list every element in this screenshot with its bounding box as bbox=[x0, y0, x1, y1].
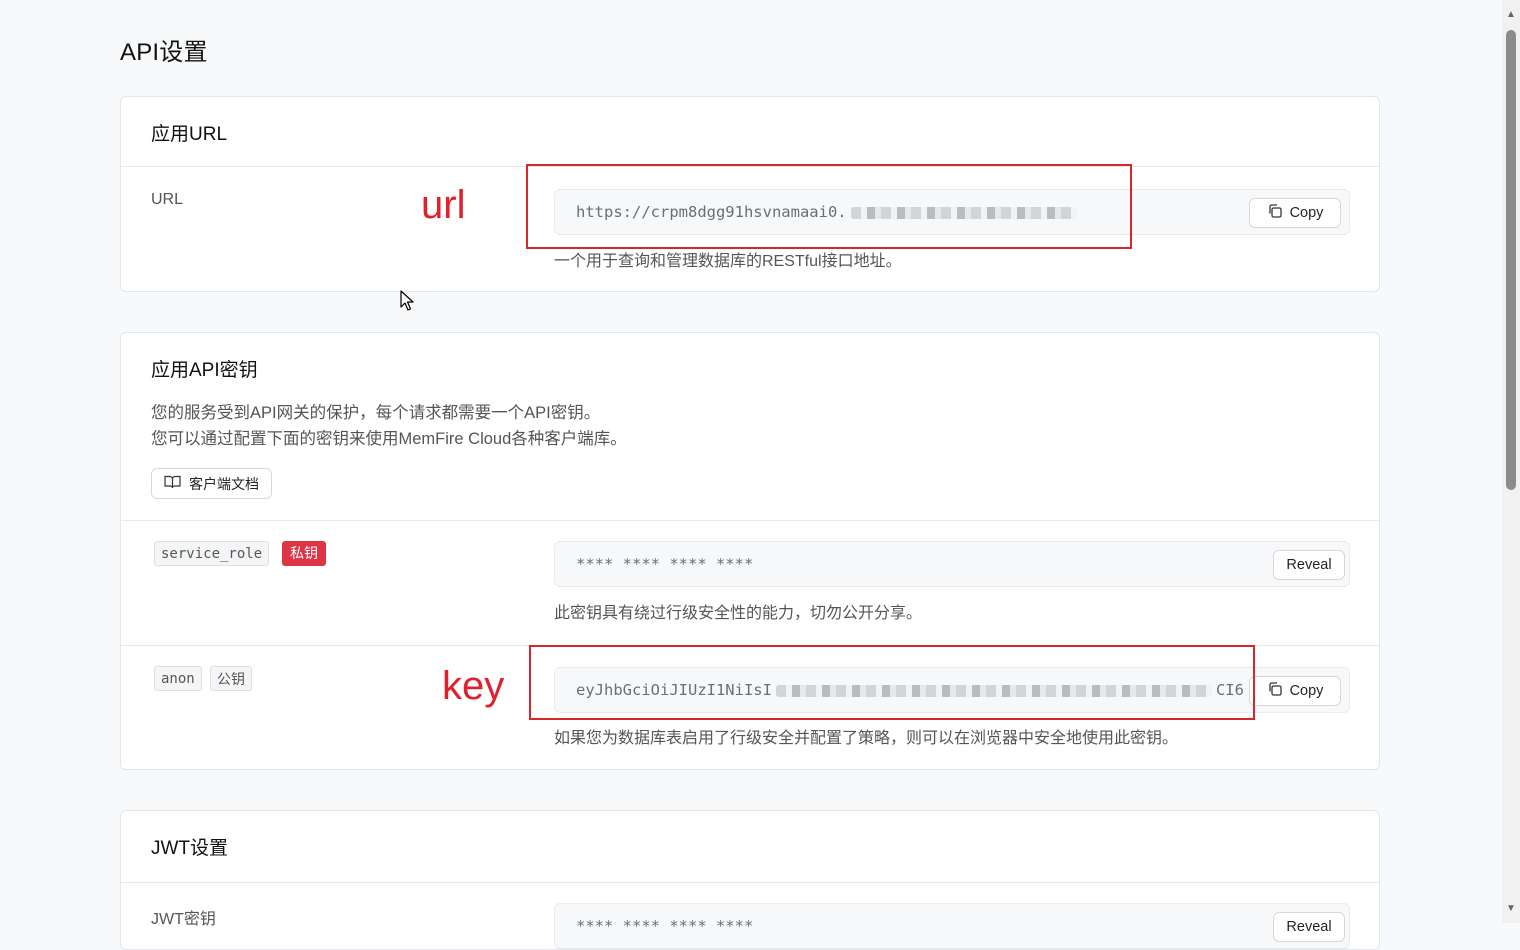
copy-label: Copy bbox=[1289, 205, 1324, 221]
card-title-jwt: JWT设置 bbox=[151, 838, 229, 859]
api-settings-page: API设置 应用URL URL https://crpm8dgg91hsvnam… bbox=[0, 0, 1502, 950]
card-header bbox=[121, 97, 1379, 167]
scroll-down-arrow-icon[interactable]: ▼ bbox=[1506, 904, 1516, 914]
api-keys-desc-line1: 您的服务受到API网关的保护，每个请求都需要一个API密钥。 bbox=[151, 404, 601, 422]
card-header bbox=[121, 811, 1379, 883]
copy-icon bbox=[1267, 681, 1283, 701]
reveal-label: Reveal bbox=[1286, 557, 1332, 573]
url-annotation-label: url bbox=[421, 183, 466, 227]
copy-icon bbox=[1267, 203, 1283, 223]
key-annotation-box bbox=[529, 645, 1255, 720]
divider bbox=[121, 520, 1379, 521]
reveal-label: Reveal bbox=[1286, 919, 1332, 935]
service-role-tag: service_role bbox=[154, 541, 270, 566]
key-annotation-label: key bbox=[442, 664, 505, 708]
url-annotation-box bbox=[526, 164, 1132, 249]
service-role-help-text: 此密钥具有绕过行级安全性的能力，切勿公开分享。 bbox=[554, 605, 923, 622]
reveal-service-role-button[interactable]: Reveal bbox=[1273, 550, 1345, 580]
jwt-secret-field[interactable]: **** **** **** **** Reveal bbox=[554, 903, 1350, 949]
card-title-api-keys: 应用API密钥 bbox=[151, 360, 258, 381]
public-key-badge: 公钥 bbox=[210, 666, 252, 691]
jwt-secret-label: JWT密钥 bbox=[151, 911, 216, 928]
scrollbar-thumb[interactable] bbox=[1506, 30, 1516, 490]
page-title: API设置 bbox=[120, 39, 208, 66]
copy-url-button[interactable]: Copy bbox=[1249, 198, 1341, 228]
reveal-jwt-button[interactable]: Reveal bbox=[1273, 912, 1345, 942]
vertical-scrollbar[interactable]: ▲ ▼ bbox=[1502, 0, 1520, 923]
api-keys-desc-line2: 您可以通过配置下面的密钥来使用MemFire Cloud各种客户端库。 bbox=[151, 430, 627, 448]
service-role-masked-value: **** **** **** **** bbox=[576, 555, 754, 573]
jwt-masked-value: **** **** **** **** bbox=[576, 917, 754, 935]
copy-label: Copy bbox=[1289, 683, 1324, 699]
copy-anon-key-button[interactable]: Copy bbox=[1249, 676, 1341, 706]
url-label: URL bbox=[151, 191, 184, 208]
mouse-cursor-icon bbox=[400, 290, 416, 317]
jwt-settings-card: JWT设置 JWT密钥 **** **** **** **** Reveal bbox=[120, 810, 1380, 950]
anon-help-text: 如果您为数据库表启用了行级安全并配置了策略，则可以在浏览器中安全地使用此密钥。 bbox=[554, 730, 1179, 747]
book-icon bbox=[164, 475, 181, 492]
scroll-up-arrow-icon[interactable]: ▲ bbox=[1506, 10, 1516, 20]
anon-tag: anon bbox=[154, 666, 202, 691]
url-help-text: 一个用于查询和管理数据库的RESTful接口地址。 bbox=[554, 253, 902, 270]
card-title-app-url: 应用URL bbox=[151, 124, 228, 145]
client-docs-button[interactable]: 客户端文档 bbox=[151, 468, 272, 499]
client-docs-label: 客户端文档 bbox=[189, 475, 259, 492]
private-key-badge: 私钥 bbox=[282, 541, 326, 566]
service-role-key-field[interactable]: **** **** **** **** Reveal bbox=[554, 541, 1350, 587]
